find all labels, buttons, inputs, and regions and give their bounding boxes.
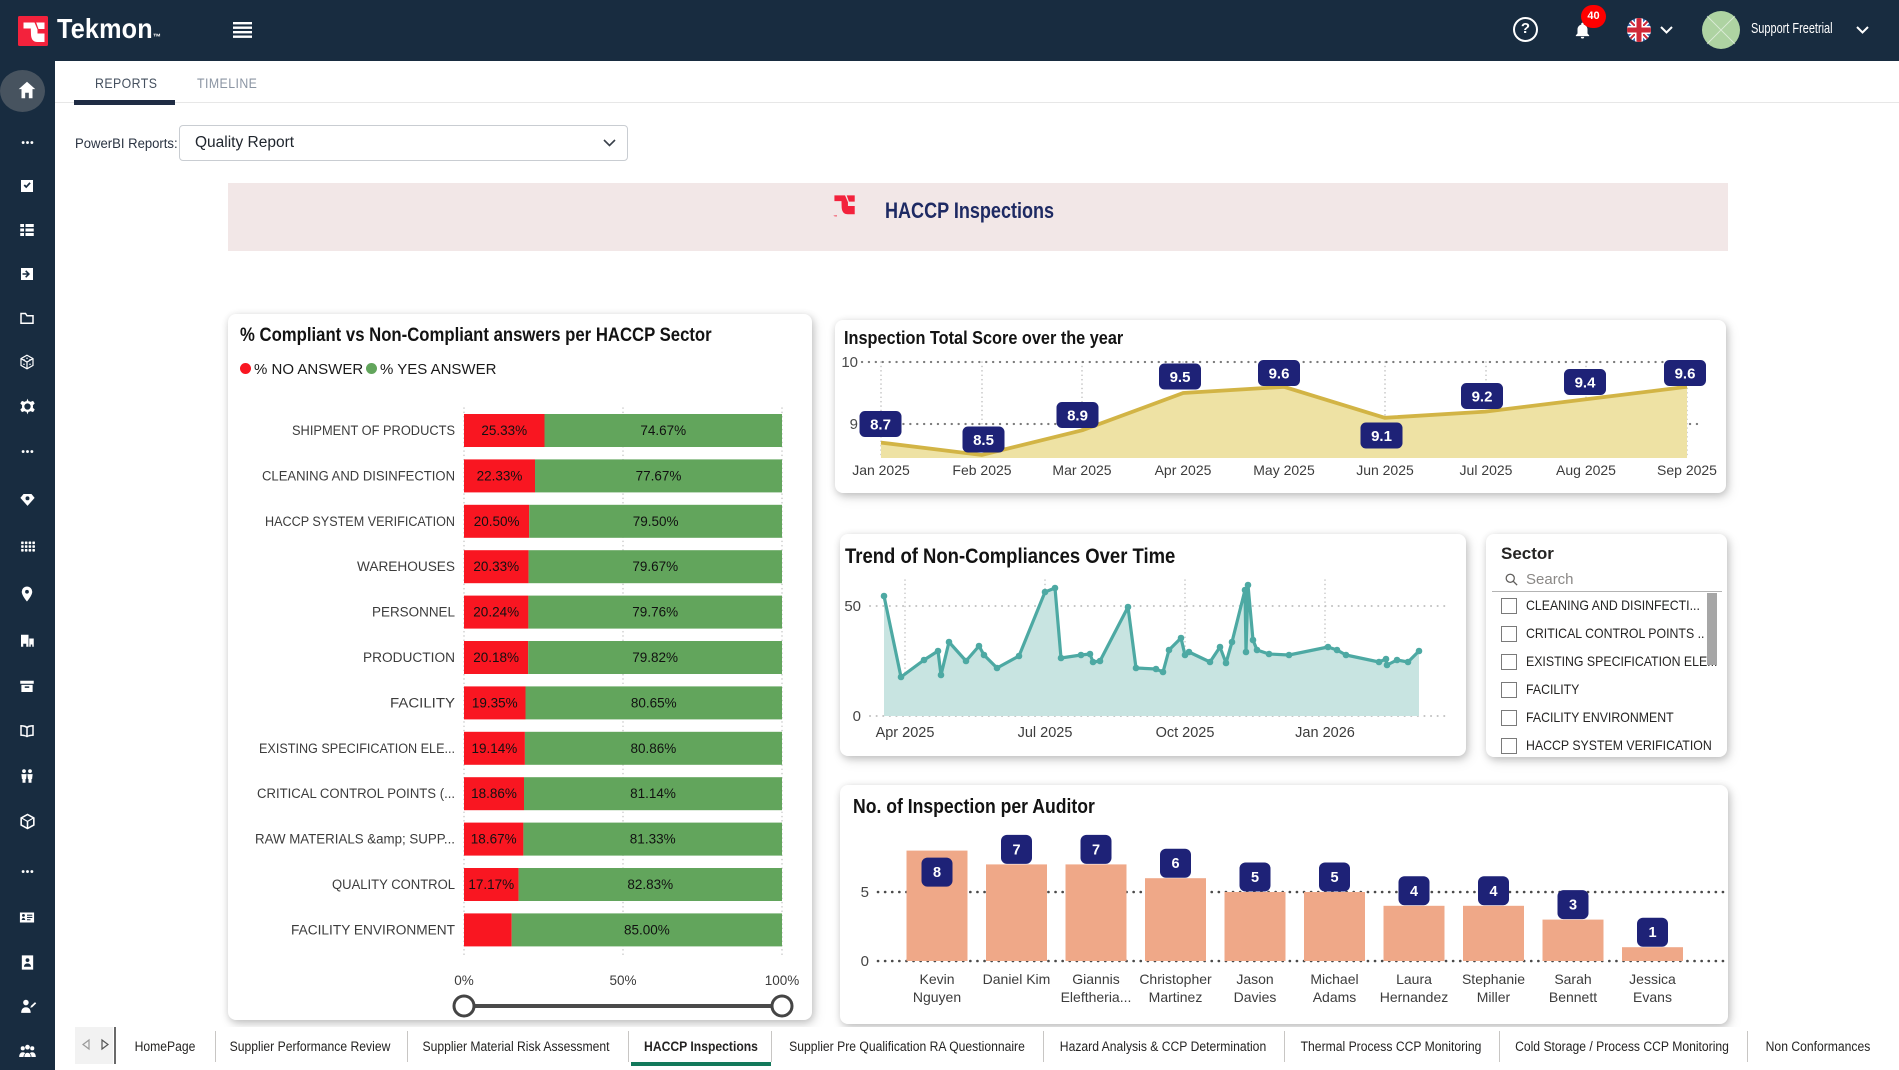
svg-text:9: 9 [850,416,858,433]
svg-text:Sarah: Sarah [1554,971,1591,987]
svg-text:Bennett: Bennett [1549,989,1597,1005]
svg-text:PERSONNEL: PERSONNEL [372,605,455,620]
svg-text:5: 5 [861,884,869,901]
svg-text:0: 0 [861,953,869,970]
svg-text:81.14%: 81.14% [630,786,676,801]
svg-text:6: 6 [1171,856,1179,872]
svg-text:9.5: 9.5 [1170,369,1191,386]
svg-text:Jan 2025: Jan 2025 [852,462,910,478]
svg-text:82.83%: 82.83% [627,877,673,892]
svg-text:Eleftheria...: Eleftheria... [1061,989,1132,1005]
svg-text:Adams: Adams [1313,989,1357,1005]
svg-text:Sep 2025: Sep 2025 [1657,462,1717,478]
svg-text:25.33%: 25.33% [481,423,527,438]
svg-text:WAREHOUSES: WAREHOUSES [357,559,455,574]
svg-text:18.86%: 18.86% [471,786,517,801]
svg-text:79.50%: 79.50% [633,514,679,529]
svg-text:79.82%: 79.82% [632,650,678,665]
svg-text:™: ™ [833,214,837,219]
svg-text:Evans: Evans [1633,989,1672,1005]
svg-text:1: 1 [1648,925,1656,941]
svg-text:18.67%: 18.67% [471,832,517,847]
svg-text:Apr 2025: Apr 2025 [1155,462,1212,478]
svg-text:Jul 2025: Jul 2025 [1460,462,1513,478]
svg-text:4: 4 [1410,884,1418,900]
svg-text:80.86%: 80.86% [631,741,677,756]
svg-text:4: 4 [1489,884,1497,900]
svg-text:Stephanie: Stephanie [1462,971,1525,987]
svg-text:Oct 2025: Oct 2025 [1156,725,1215,741]
svg-text:Hernandez: Hernandez [1380,989,1449,1005]
svg-text:Feb 2025: Feb 2025 [952,462,1011,478]
svg-text:79.67%: 79.67% [632,559,678,574]
svg-text:Giannis: Giannis [1072,971,1119,987]
svg-text:50%: 50% [609,973,636,988]
svg-text:5: 5 [1251,870,1259,886]
svg-text:FACILITY: FACILITY [390,695,455,710]
svg-text:20.50%: 20.50% [474,514,520,529]
svg-text:Daniel Kim: Daniel Kim [983,971,1051,987]
svg-text:Jessica: Jessica [1629,971,1676,987]
svg-text:10: 10 [841,354,858,371]
svg-text:8: 8 [933,865,941,881]
svg-text:9.6: 9.6 [1675,366,1696,383]
svg-text:81.33%: 81.33% [630,832,676,847]
svg-text:9.2: 9.2 [1472,389,1493,406]
svg-text:PRODUCTION: PRODUCTION [363,650,455,665]
svg-text:Jun 2025: Jun 2025 [1356,462,1414,478]
svg-text:Mar 2025: Mar 2025 [1052,462,1111,478]
svg-text:CLEANING AND DISINFECTION: CLEANING AND DISINFECTION [262,468,455,483]
svg-text:77.67%: 77.67% [636,468,682,483]
svg-text:Apr 2025: Apr 2025 [876,725,935,741]
svg-text:Laura: Laura [1396,971,1432,987]
svg-text:9.1: 9.1 [1371,428,1392,445]
svg-text:8.7: 8.7 [870,417,891,434]
svg-text:74.67%: 74.67% [640,423,686,438]
svg-text:Kevin: Kevin [919,971,954,987]
svg-text:80.65%: 80.65% [631,695,677,710]
svg-text:RAW MATERIALS &amp; SUPP...: RAW MATERIALS &amp; SUPP... [255,832,455,847]
svg-text:EXISTING SPECIFICATION ELE...: EXISTING SPECIFICATION ELE... [259,741,455,756]
svg-text:0%: 0% [454,973,474,988]
svg-text:SHIPMENT OF PRODUCTS: SHIPMENT OF PRODUCTS [292,423,455,438]
svg-text:May 2025: May 2025 [1253,462,1315,478]
svg-text:8.9: 8.9 [1067,408,1088,425]
svg-text:Nguyen: Nguyen [913,989,961,1005]
svg-text:17.17%: 17.17% [468,877,514,892]
svg-text:Jan 2026: Jan 2026 [1295,725,1355,741]
svg-text:7: 7 [1012,842,1020,858]
svg-text:3: 3 [1569,898,1577,914]
svg-text:50: 50 [844,598,861,615]
svg-text:Michael: Michael [1310,971,1358,987]
svg-text:7: 7 [1092,842,1100,858]
svg-text:22.33%: 22.33% [477,468,523,483]
svg-text:85.00%: 85.00% [624,922,670,937]
svg-text:9.4: 9.4 [1575,375,1597,392]
svg-text:20.24%: 20.24% [473,605,519,620]
svg-text:CRITICAL CONTROL POINTS (...: CRITICAL CONTROL POINTS (... [257,786,455,801]
svg-text:Jul 2025: Jul 2025 [1018,725,1073,741]
svg-text:Jason: Jason [1236,971,1273,987]
svg-text:9.6: 9.6 [1269,366,1290,383]
svg-text:QUALITY CONTROL: QUALITY CONTROL [332,877,455,892]
svg-text:FACILITY ENVIRONMENT: FACILITY ENVIRONMENT [291,922,455,937]
svg-text:8.5: 8.5 [973,432,994,449]
svg-text:20.33%: 20.33% [473,559,519,574]
svg-text:20.18%: 20.18% [473,650,519,665]
svg-text:Christopher: Christopher [1139,971,1212,987]
svg-text:0: 0 [853,708,861,725]
svg-text:Martinez: Martinez [1149,989,1203,1005]
svg-text:Aug 2025: Aug 2025 [1556,462,1616,478]
svg-text:HACCP SYSTEM VERIFICATION: HACCP SYSTEM VERIFICATION [265,514,455,529]
svg-text:79.76%: 79.76% [632,605,678,620]
svg-text:Davies: Davies [1234,989,1277,1005]
svg-text:Miller: Miller [1477,989,1511,1005]
svg-text:19.14%: 19.14% [472,741,518,756]
svg-text:5: 5 [1330,870,1338,886]
svg-text:100%: 100% [765,973,800,988]
svg-text:19.35%: 19.35% [472,695,518,710]
